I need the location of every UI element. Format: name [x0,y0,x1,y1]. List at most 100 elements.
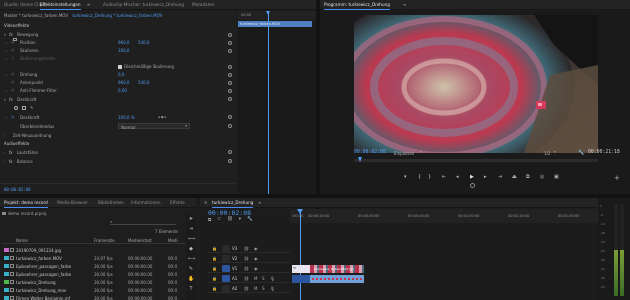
mute-icon[interactable]: M [254,286,257,291]
tab-info[interactable]: Informationen [131,200,160,205]
program-timecode[interactable]: 00:00:02:08 [354,150,386,155]
resolution-dropdown[interactable]: 1/2 ▾ [544,150,564,156]
list-item[interactable]: Epikoehrer_passagen_farbe 30,00 fps 00:00:… [2,262,184,270]
opacity-row[interactable]: ▾ fx Deckkraft [4,97,36,105]
tab-timeline-sequence[interactable]: turkiewicz_Drehung [212,200,254,208]
search-input[interactable]: ⌕ [110,219,176,225]
track-header[interactable]: 🔒 A1 ⛓ M S 🎙 [208,275,290,283]
collapse-triangle-icon[interactable]: ▾ [4,98,6,102]
type-tool-icon[interactable]: T [188,286,194,292]
tab-metadata[interactable]: Metadaten [192,2,215,7]
mark-in-icon[interactable]: { [418,174,421,180]
close-icon[interactable]: ✕ [204,200,207,205]
uniform-scale-checkbox[interactable] [118,65,122,69]
master-clip-label[interactable]: Master * turkiewicz_farben.MOV [4,13,68,18]
add-button-icon[interactable]: + [614,174,620,182]
col-media[interactable]: Medi [168,238,178,243]
reset-icon[interactable] [228,81,232,85]
source-patch[interactable] [222,255,230,262]
source-patch[interactable] [222,245,230,252]
timeline-settings-icon[interactable]: 🔧 [247,217,253,223]
sync-lock-icon[interactable]: ⛓ [244,246,249,251]
eye-icon[interactable]: ◉ [254,266,258,271]
label-color-chip[interactable] [4,288,9,292]
panel-menu-icon[interactable]: ≡ [403,2,406,7]
add-marker-icon[interactable]: ▾ [239,217,241,223]
video-clip[interactable]: fx turkiewicz_farben.MOV [V] [292,265,364,273]
sync-lock-icon[interactable]: ⛓ [244,276,249,281]
col-framerate[interactable]: Framerate [94,238,115,243]
panel-menu-icon[interactable]: ≡ [87,2,90,7]
reset-icon[interactable] [228,150,232,154]
blend-mode-select[interactable]: Normal ▾ [118,123,190,130]
sequence-clip-label[interactable]: turkiewicz_Drehung * turkiewicz_farben.M… [72,13,162,18]
flicker-value[interactable]: 0,00 [118,88,127,93]
slip-tool-icon[interactable]: ⟷ [188,256,195,262]
reset-icon[interactable] [228,73,232,77]
solo-icon[interactable]: S [262,286,265,291]
razor-tool-icon[interactable]: ◆ [188,246,194,252]
reset-icon[interactable] [228,41,232,45]
label-color-chip[interactable] [4,264,9,268]
tab-libraries[interactable]: Bibliotheken [98,200,124,205]
mini-ruler[interactable]: 00:00 [238,11,316,20]
sync-lock-icon[interactable]: ⛓ [244,256,249,261]
stopwatch-icon[interactable]: ◷ [11,40,14,44]
go-to-in-icon[interactable]: ⇤ [442,174,446,180]
step-forward-icon[interactable]: ▸ [484,174,487,180]
rectangle-mask-icon[interactable] [22,106,26,110]
nest-icon[interactable]: ⧉ [208,217,211,223]
source-patch[interactable] [222,275,230,282]
label-color-chip[interactable] [4,248,9,252]
list-item[interactable]: turkiewicz_farben.MOV 24,97 fps 00:00:00:0… [2,254,184,262]
label-color-chip[interactable] [4,296,9,300]
rotation-value[interactable]: 0,0 [118,72,124,77]
stopwatch-icon[interactable]: ◷ [11,48,14,52]
source-patch[interactable] [222,285,230,292]
sync-lock-icon[interactable]: ⛓ [244,286,249,291]
reset-icon[interactable] [228,115,232,119]
timeline-ruler[interactable]: :00:00 00:00:15:00 00:00:30:00 00:00:45:00 0… [290,209,598,223]
program-video-frame[interactable] [354,15,598,153]
reset-icon[interactable] [228,49,232,53]
time-remap-row[interactable]: › Zeit-Neuzuordnung [4,133,51,141]
pen-tool-icon[interactable]: ✎ [188,266,194,272]
stopwatch-icon[interactable]: ◷ [11,115,14,119]
stopwatch-icon[interactable]: ◷ [11,88,14,92]
timeline-timecode[interactable]: 00:00:02:08 [208,209,251,217]
keyframe-nav-icon[interactable]: ◂ ◆ ▸ [158,115,166,119]
list-item[interactable]: Epikoehrer_passagen_farbe 30,00 fps 00:00:… [2,270,184,278]
source-patch[interactable] [222,265,230,272]
lock-icon[interactable]: 🔒 [212,266,217,271]
tab-effects[interactable]: Effekte [170,200,185,205]
eye-icon[interactable]: ◉ [254,246,258,251]
snap-icon[interactable]: ⊂ [217,217,221,223]
list-item[interactable]: turkiewicz_Drehung 30,00 fps 00:00:00:00 00… [2,278,184,286]
track-header[interactable]: 🔒 V3 ⛓ ◉ [208,245,290,253]
sync-lock-icon[interactable]: ⛓ [244,266,249,271]
linked-selection-icon[interactable]: ⛓ [227,217,233,223]
ripple-edit-tool-icon[interactable]: ⟺ [188,236,195,242]
tab-effect-controls[interactable]: Effekteinstellungen [40,2,81,10]
lock-icon[interactable]: 🔒 [212,256,217,261]
audio-clip[interactable] [292,275,364,283]
pen-mask-icon[interactable]: ✎ [30,106,33,110]
lock-icon[interactable]: 🔒 [212,276,217,281]
wrench-icon[interactable]: 🔧 [578,150,584,156]
balance-row[interactable]: › fx Balance [4,159,33,167]
opacity-value[interactable]: 100,0 % [118,115,135,120]
fit-dropdown[interactable]: Einpassen ▾ [392,150,426,156]
microphone-icon[interactable]: 🎙 [270,276,275,281]
go-to-out-icon[interactable]: ⇥ [498,174,502,180]
position-y-value[interactable]: 540,0 [138,40,149,45]
collapse-triangle-icon[interactable]: ▾ [4,33,6,37]
tab-program[interactable]: Programm: turkiewicz_Drehung [324,2,390,10]
effect-mini-timeline[interactable]: 00:00 turkiewicz_farben.MOV [238,11,316,194]
lift-icon[interactable]: ⏏ [512,174,517,180]
tab-audio-clip-mixer[interactable]: Audioclip-Mischer: turkiewicz_Drehung [103,2,184,7]
lock-icon[interactable]: 🔒 [212,286,217,291]
reset-icon[interactable] [228,159,232,163]
anchor-y-value[interactable]: 540,0 [138,80,149,85]
tab-project[interactable]: Projekt: demo record [4,200,48,208]
label-color-chip[interactable] [4,280,9,284]
